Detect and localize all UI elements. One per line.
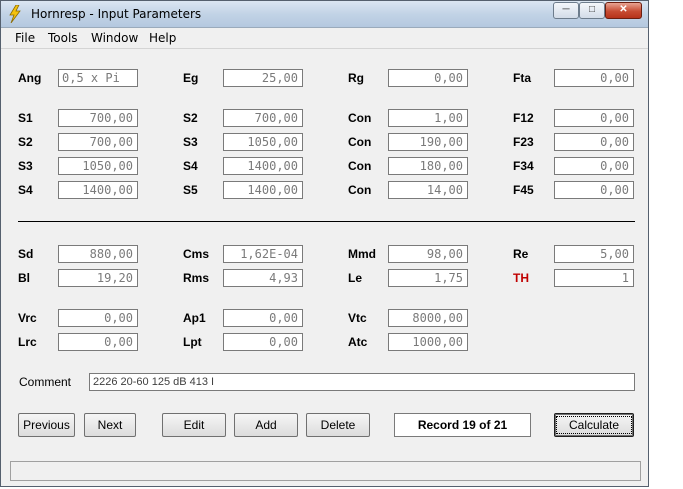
- param-field-lrc[interactable]: 0,00: [58, 333, 138, 351]
- param-field-bl[interactable]: 19,20: [58, 269, 138, 287]
- param-label-mmd: Mmd: [348, 247, 376, 261]
- param-field-con[interactable]: 190,00: [388, 133, 468, 151]
- param-label-le: Le: [348, 271, 363, 285]
- param-field-rms[interactable]: 4,93: [223, 269, 303, 287]
- param-field-mmd[interactable]: 98,00: [388, 245, 468, 263]
- param-field-th[interactable]: 1: [554, 269, 634, 287]
- param-label-fta: Fta: [513, 71, 531, 85]
- lightning-bolt-icon: [9, 5, 21, 23]
- param-field-vrc[interactable]: 0,00: [58, 309, 138, 327]
- section-divider: [18, 221, 635, 222]
- param-field-s5[interactable]: 1400,00: [223, 181, 303, 199]
- minimize-icon: ─: [562, 4, 570, 15]
- param-field-ap1[interactable]: 0,00: [223, 309, 303, 327]
- param-field-re[interactable]: 5,00: [554, 245, 634, 263]
- param-label-lrc: Lrc: [18, 335, 37, 349]
- edit-button[interactable]: Edit: [162, 413, 226, 437]
- title-bar[interactable]: Hornresp - Input Parameters ─ □ ✕: [1, 1, 648, 28]
- hornresp-window: Hornresp - Input Parameters ─ □ ✕ File T…: [0, 0, 649, 487]
- param-field-f23[interactable]: 0,00: [554, 133, 634, 151]
- comment-label: Comment: [19, 375, 72, 389]
- param-label-atc: Atc: [348, 335, 368, 349]
- param-label-s3: S3: [183, 135, 198, 149]
- next-button[interactable]: Next: [84, 413, 136, 437]
- window-title: Hornresp - Input Parameters: [31, 7, 202, 21]
- param-field-s3[interactable]: 1050,00: [223, 133, 303, 151]
- param-label-f12: F12: [513, 111, 534, 125]
- param-field-con[interactable]: 180,00: [388, 157, 468, 175]
- param-field-s4[interactable]: 1400,00: [223, 157, 303, 175]
- calculate-button[interactable]: Calculate: [554, 413, 634, 437]
- param-field-sd[interactable]: 880,00: [58, 245, 138, 263]
- param-label-ang: Ang: [18, 71, 42, 85]
- menu-help[interactable]: Help: [149, 31, 176, 45]
- param-field-s2[interactable]: 700,00: [58, 133, 138, 151]
- menu-window[interactable]: Window: [91, 31, 138, 45]
- param-field-le[interactable]: 1,75: [388, 269, 468, 287]
- menu-file[interactable]: File: [15, 31, 35, 45]
- menu-bar: File Tools Window Help: [1, 28, 648, 49]
- param-field-vtc[interactable]: 8000,00: [388, 309, 468, 327]
- minimize-button[interactable]: ─: [553, 2, 579, 19]
- param-label-f45: F45: [513, 183, 534, 197]
- param-field-f34[interactable]: 0,00: [554, 157, 634, 175]
- param-field-fta[interactable]: 0,00: [554, 69, 634, 87]
- maximize-icon: □: [588, 4, 596, 15]
- param-label-f23: F23: [513, 135, 534, 149]
- param-label-f34: F34: [513, 159, 534, 173]
- close-icon: ✕: [619, 4, 628, 15]
- comment-field[interactable]: 2226 20-60 125 dB 413 I: [89, 373, 635, 391]
- param-field-s1[interactable]: 700,00: [58, 109, 138, 127]
- param-label-cms: Cms: [183, 247, 210, 261]
- param-field-con[interactable]: 1,00: [388, 109, 468, 127]
- param-field-atc[interactable]: 1000,00: [388, 333, 468, 351]
- param-field-lpt[interactable]: 0,00: [223, 333, 303, 351]
- param-field-cms[interactable]: 1,62E-04: [223, 245, 303, 263]
- param-label-con: Con: [348, 111, 372, 125]
- param-label-sd: Sd: [18, 247, 34, 261]
- param-label-rg: Rg: [348, 71, 364, 85]
- param-field-f12[interactable]: 0,00: [554, 109, 634, 127]
- param-label-s2: S2: [183, 111, 198, 125]
- param-label-vtc: Vtc: [348, 311, 367, 325]
- param-label-con: Con: [348, 135, 372, 149]
- param-label-s5: S5: [183, 183, 198, 197]
- param-label-th: TH: [513, 271, 529, 285]
- previous-button[interactable]: Previous: [18, 413, 75, 437]
- param-label-con: Con: [348, 183, 372, 197]
- param-field-con[interactable]: 14,00: [388, 181, 468, 199]
- maximize-button[interactable]: □: [579, 2, 605, 19]
- param-label-bl: Bl: [18, 271, 30, 285]
- delete-button[interactable]: Delete: [306, 413, 370, 437]
- param-field-s4[interactable]: 1400,00: [58, 181, 138, 199]
- close-button[interactable]: ✕: [605, 2, 642, 19]
- record-indicator: Record 19 of 21: [394, 413, 531, 437]
- status-bar: [10, 461, 641, 481]
- param-label-s4: S4: [18, 183, 33, 197]
- param-label-s2: S2: [18, 135, 33, 149]
- param-field-s2[interactable]: 700,00: [223, 109, 303, 127]
- param-label-s4: S4: [183, 159, 198, 173]
- param-field-f45[interactable]: 0,00: [554, 181, 634, 199]
- param-label-con: Con: [348, 159, 372, 173]
- param-label-eg: Eg: [183, 71, 199, 85]
- param-field-eg[interactable]: 25,00: [223, 69, 303, 87]
- menu-tools[interactable]: Tools: [48, 31, 78, 45]
- param-label-ap1: Ap1: [183, 311, 206, 325]
- param-label-s3: S3: [18, 159, 33, 173]
- param-label-lpt: Lpt: [183, 335, 202, 349]
- param-field-ang[interactable]: 0,5 x Pi: [58, 69, 138, 87]
- add-button[interactable]: Add: [234, 413, 298, 437]
- param-label-rms: Rms: [183, 271, 210, 285]
- calculate-label: Calculate: [555, 416, 633, 434]
- param-label-re: Re: [513, 247, 529, 261]
- param-field-s3[interactable]: 1050,00: [58, 157, 138, 175]
- param-field-rg[interactable]: 0,00: [388, 69, 468, 87]
- param-label-s1: S1: [18, 111, 33, 125]
- param-label-vrc: Vrc: [18, 311, 37, 325]
